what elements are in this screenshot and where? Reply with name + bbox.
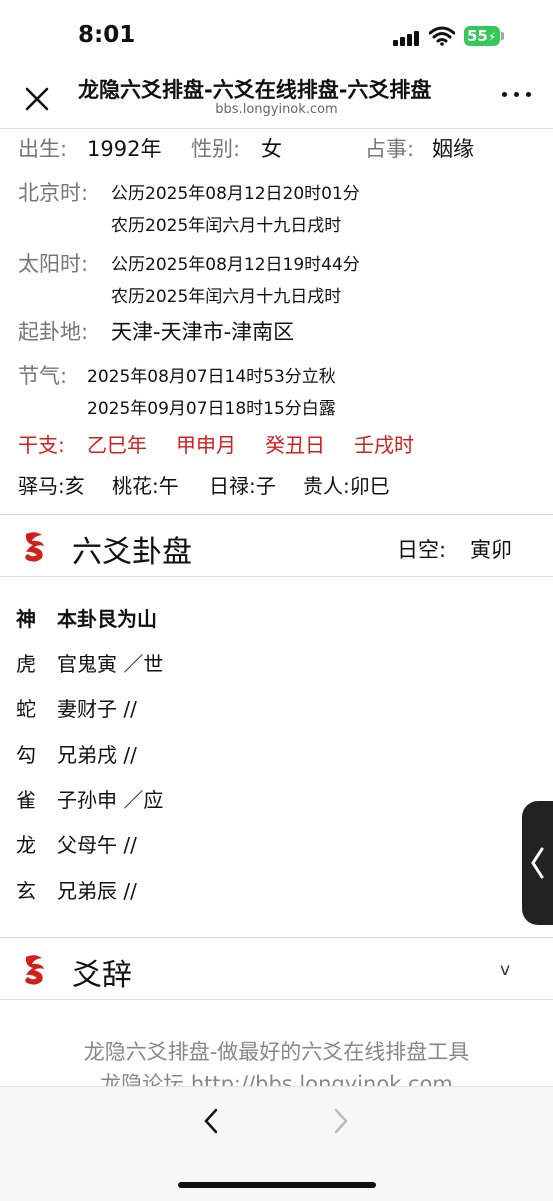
line-text: 父母午 // xyxy=(57,833,137,857)
line-text: 兄弟辰 // xyxy=(57,879,137,903)
rilu: 日禄:子 xyxy=(209,474,276,498)
signal-icon xyxy=(393,30,419,46)
beijing-time-label: 北京时: xyxy=(18,181,89,205)
battery-level: 55 xyxy=(467,27,488,45)
wifi-icon xyxy=(429,26,455,46)
section-divider xyxy=(0,999,553,1000)
ganzhi-month: 甲申月 xyxy=(176,433,236,457)
section-divider xyxy=(0,937,553,938)
section-divider xyxy=(0,514,553,515)
solar-time-gregorian: 公历2025年08月12日19时44分 xyxy=(111,255,360,275)
beijing-time-gregorian: 公历2025年08月12日20时01分 xyxy=(111,184,360,204)
line-text: 子孙申 ／应 xyxy=(57,788,164,812)
birth-label: 出生: xyxy=(18,137,68,161)
gender-value: 女 xyxy=(261,137,282,161)
yima: 驿马:亥 xyxy=(18,474,85,498)
footer-forum-link[interactable]: 龙隐论坛 http://bbs.longyinok.com xyxy=(0,1068,553,1088)
side-drawer-handle[interactable] xyxy=(522,801,553,925)
line-god: 玄 xyxy=(16,879,36,903)
ganzhi-hour: 壬戌时 xyxy=(354,433,414,457)
beijing-time-lunar: 农历2025年闰六月十九日戌时 xyxy=(111,216,342,236)
hexagram-name: 本卦艮为山 xyxy=(57,607,157,631)
line-text: 妻财子 // xyxy=(57,697,137,721)
status-time: 8:01 xyxy=(78,22,136,48)
section-divider xyxy=(0,576,553,577)
guiren: 贵人:卯巳 xyxy=(303,474,390,498)
taohua: 桃花:午 xyxy=(112,474,179,498)
footer-slogan: 龙隐六爻排盘-做最好的六爻在线排盘工具 xyxy=(83,1040,470,1064)
expand-toggle[interactable]: v xyxy=(500,960,510,980)
chevron-right-icon[interactable] xyxy=(332,1108,350,1134)
line-god: 虎 xyxy=(16,652,36,676)
ganzhi-day: 癸丑日 xyxy=(265,433,325,457)
line-text: 官鬼寅 ／世 xyxy=(57,652,164,676)
hexagram-section-title: 六爻卦盘 xyxy=(72,535,192,570)
header-god: 神 xyxy=(16,607,36,631)
ganzhi-label: 干支: xyxy=(18,433,65,457)
ci-section-title: 爻辞 xyxy=(72,958,132,993)
birth-value: 1992年 xyxy=(87,137,162,161)
chevron-left-icon[interactable] xyxy=(202,1108,220,1134)
gender-label: 性别: xyxy=(191,137,241,161)
solar-term-label: 节气: xyxy=(18,364,68,388)
battery-tip xyxy=(501,32,504,40)
page-title: 龙隐六爻排盘-六爻在线排盘-六爻排盘 xyxy=(78,78,432,102)
matter-label: 占事: xyxy=(365,137,415,161)
solar-term-2: 2025年09月07日18时15分白露 xyxy=(87,399,336,419)
void-value: 寅卯 xyxy=(470,538,512,562)
dragon-logo-icon xyxy=(25,532,44,562)
solar-time-label: 太阳时: xyxy=(18,252,89,276)
home-indicator xyxy=(178,1182,376,1188)
battery-indicator: 55⚡ xyxy=(464,26,500,46)
line-text: 兄弟戌 // xyxy=(57,743,137,767)
ganzhi-year: 乙巳年 xyxy=(87,433,147,457)
solar-time-lunar: 农历2025年闰六月十九日戌时 xyxy=(111,287,342,307)
line-god: 蛇 xyxy=(16,697,36,721)
matter-value: 姻缘 xyxy=(432,137,474,161)
place-value: 天津-天津市-津南区 xyxy=(111,320,295,344)
more-icon[interactable] xyxy=(500,92,534,102)
nav-divider xyxy=(0,128,553,129)
line-god: 龙 xyxy=(16,833,36,857)
solar-term-1: 2025年08月07日14时53分立秋 xyxy=(87,367,336,387)
line-god: 勾 xyxy=(16,743,36,767)
void-label: 日空: xyxy=(397,538,447,562)
dragon-logo-icon xyxy=(25,955,44,985)
place-label: 起卦地: xyxy=(18,320,89,344)
page-url: bbs.longyinok.com xyxy=(215,102,338,117)
line-god: 雀 xyxy=(16,788,36,812)
chevron-left-icon xyxy=(531,847,544,879)
